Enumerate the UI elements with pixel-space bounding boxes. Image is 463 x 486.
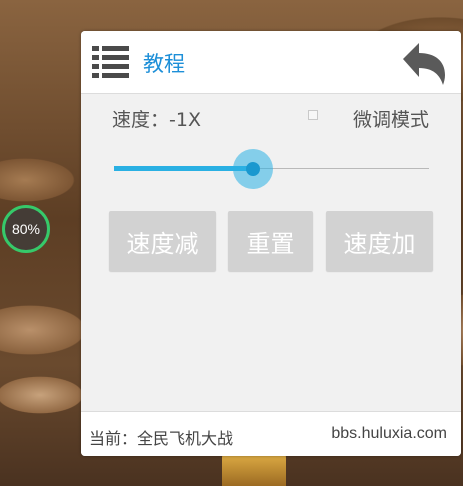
reset-button[interactable]: 重置 <box>228 211 313 271</box>
panel-header: 教程 <box>81 31 461 94</box>
speed-decrease-button[interactable]: 速度减 <box>109 211 216 271</box>
fine-mode-checkbox[interactable] <box>308 110 318 120</box>
progress-label: 80% <box>11 221 41 237</box>
back-arrow-icon[interactable] <box>399 39 449 87</box>
slider-thumb[interactable] <box>245 162 260 176</box>
slider-fill <box>114 166 253 171</box>
current-game-label: 当前：全民飞机大战 <box>89 429 234 448</box>
speed-increase-button[interactable]: 速度加 <box>326 211 433 271</box>
fine-mode-label: 微调模式 <box>353 109 430 131</box>
speed-label: 速度：-1X <box>112 109 201 131</box>
list-menu-icon[interactable] <box>92 43 130 81</box>
speed-slider[interactable] <box>114 149 429 189</box>
site-link[interactable]: bbs.huluxia.com <box>331 425 447 443</box>
progress-indicator[interactable]: 80% <box>2 205 50 253</box>
panel-footer: 当前：全民飞机大战 bbs.huluxia.com <box>81 411 461 456</box>
tutorial-panel: 教程 速度：-1X 微调模式 速度减 重置 速度加 当前：全民飞机大战 bbs.… <box>81 31 461 456</box>
panel-title: 教程 <box>143 52 185 76</box>
